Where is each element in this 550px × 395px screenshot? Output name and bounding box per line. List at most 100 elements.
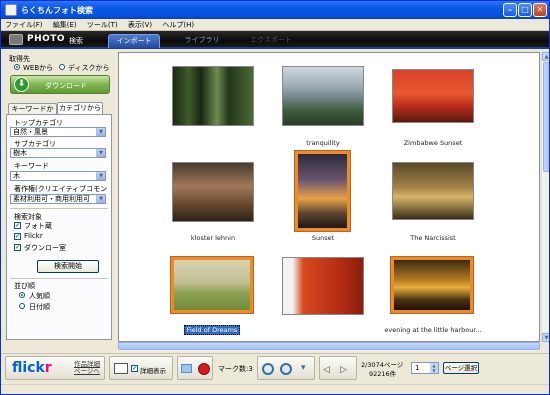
- menu-help[interactable]: ヘルプ(H): [158, 19, 198, 30]
- download-button[interactable]: ⬇ ダウンロード: [10, 75, 110, 94]
- tree-reflection-photo: [392, 162, 474, 220]
- search-panel: 取得先 WEBから ディスクから ⬇ ダウンロード キーワードから カテゴリから…: [6, 52, 112, 342]
- download-label: ダウンロード: [45, 82, 87, 90]
- prev-page-icon[interactable]: ◁: [323, 365, 330, 375]
- marker-icon[interactable]: ▾: [301, 363, 306, 373]
- photo-thumbnail[interactable]: [172, 66, 254, 126]
- photo-thumbnail[interactable]: [172, 162, 254, 222]
- maximize-button[interactable]: □: [518, 3, 532, 17]
- zoom-in-icon[interactable]: [262, 363, 274, 375]
- chevron-down-icon[interactable]: ▼: [96, 172, 105, 180]
- photo-thumbnail[interactable]: [282, 66, 364, 126]
- target-fotozo-label[interactable]: フォト蔵: [24, 221, 52, 231]
- logo-text: PHOTO: [27, 34, 66, 44]
- source-web-label[interactable]: WEBから: [23, 63, 53, 73]
- target-download-checkbox[interactable]: ✔: [14, 244, 21, 251]
- page-number-input[interactable]: 1 ▲ ▼: [411, 362, 439, 374]
- chevron-down-icon[interactable]: ▼: [96, 195, 105, 203]
- spinner-icon[interactable]: ▲ ▼: [430, 363, 438, 373]
- target-flickr-label[interactable]: Flickr: [24, 232, 43, 240]
- photo-caption: tranquility: [306, 139, 340, 147]
- main-window: らくちんフォト検索 – □ ✕ ファイル(F) 編集(E) ツール(T) 表示(…: [0, 0, 550, 395]
- keyword-select[interactable]: 木 ▼: [10, 171, 106, 181]
- page-select-button[interactable]: ページ選択: [443, 362, 479, 374]
- target-download-label[interactable]: ダウンロー室: [24, 243, 66, 253]
- search-start-button[interactable]: 検索開始: [37, 260, 99, 273]
- tab-keyword[interactable]: キーワードから: [8, 103, 57, 123]
- detail-display-checkbox[interactable]: ✔: [131, 365, 138, 372]
- license-value: 素材利用可・商用利用可: [13, 195, 90, 203]
- photo-thumbnail[interactable]: [171, 257, 253, 313]
- order-popular-radio[interactable]: [19, 292, 25, 298]
- photo-thumbnail[interactable]: [392, 69, 474, 123]
- download-arrow-icon: ⬇: [14, 77, 29, 92]
- sub-category-value: 樹木: [13, 149, 27, 157]
- app-header: PHOTO 検索 インポート ライブラリ エクスポート: [1, 31, 549, 49]
- menu-bar: ファイル(F) 編集(E) ツール(T) 表示(V) ヘルプ(H): [1, 19, 549, 31]
- title-bar[interactable]: らくちんフォト検索 – □ ✕: [1, 1, 549, 19]
- photo-thumbnail[interactable]: [392, 162, 474, 220]
- chevron-down-icon[interactable]: ▼: [96, 128, 105, 136]
- top-category-value: 自然・風景: [13, 128, 48, 136]
- flickr-panel: flickr 作品詳細 ページへ: [5, 356, 105, 380]
- divider: [10, 208, 108, 209]
- next-page-icon[interactable]: ▷: [340, 365, 347, 375]
- photo-caption: evening at the little harbour...: [384, 326, 482, 334]
- scroll-thumb[interactable]: [543, 62, 549, 172]
- keyword-value: 木: [13, 172, 20, 180]
- field-photo: [174, 260, 250, 310]
- photo-caption: kloster lehnin: [190, 234, 236, 242]
- photo-thumbnail[interactable]: [391, 257, 473, 313]
- scroll-thumb[interactable]: [118, 342, 540, 350]
- target-fotozo-checkbox[interactable]: ✔: [14, 222, 21, 229]
- sunset-photo: [298, 154, 347, 228]
- bottom-toolbar: flickr 作品詳細 ページへ ✔ 詳細表示 マーク数:3 ▾ ◁ ▷ 2/3…: [1, 353, 549, 383]
- source-disk-radio[interactable]: [59, 64, 65, 70]
- scroll-up-icon[interactable]: ▲: [542, 52, 549, 61]
- horizontal-scrollbar[interactable]: [118, 342, 540, 351]
- tab-import[interactable]: インポート: [108, 34, 160, 48]
- vertical-scrollbar[interactable]: ▲ ▼: [541, 52, 549, 342]
- menu-view[interactable]: 表示(V): [124, 19, 156, 30]
- chevron-down-icon[interactable]: ▼: [96, 149, 105, 157]
- tab-library[interactable]: ライブラリ: [176, 34, 228, 48]
- detail-display-toggle[interactable]: ✔ 詳細表示: [109, 356, 173, 380]
- tab-export: エクスポート: [250, 36, 292, 44]
- order-popular-label[interactable]: 人気順: [29, 291, 50, 301]
- status-bar: [1, 384, 549, 394]
- license-select[interactable]: 素材利用可・商用利用可 ▼: [10, 194, 106, 204]
- target-flickr-checkbox[interactable]: ✔: [14, 233, 21, 240]
- minimize-button[interactable]: –: [503, 3, 517, 17]
- flickr-logo: flickr: [12, 360, 52, 376]
- window-title: らくちんフォト検索: [21, 6, 93, 15]
- order-date-label[interactable]: 日付順: [29, 302, 50, 312]
- menu-tools[interactable]: ツール(T): [83, 19, 122, 30]
- unmark-icon[interactable]: [198, 363, 210, 375]
- item-count: 92216件: [369, 370, 397, 378]
- photo-thumbnail[interactable]: [295, 151, 350, 231]
- camera-icon: [9, 34, 23, 45]
- photo-gallery: tranquility Zimbabwe Sunset kloster lehn…: [118, 52, 540, 342]
- detail-display-label[interactable]: 詳細表示: [140, 365, 166, 375]
- menu-file[interactable]: ファイル(F): [1, 19, 47, 30]
- menu-edit[interactable]: 編集(E): [49, 19, 81, 30]
- sunset-photo: [392, 69, 474, 123]
- photo-caption-selected: Field of Dreams: [152, 325, 272, 335]
- photo-caption: The Narcissist: [410, 234, 456, 242]
- keyword-label: キーワード: [14, 162, 49, 170]
- scroll-down-icon[interactable]: ▼: [542, 333, 549, 342]
- photo-thumbnail[interactable]: [282, 257, 364, 315]
- source-disk-label[interactable]: ディスクから: [68, 63, 110, 73]
- close-button[interactable]: ✕: [533, 3, 547, 17]
- order-date-radio[interactable]: [19, 303, 25, 309]
- detail-page-link[interactable]: 作品詳細 ページへ: [74, 361, 100, 375]
- app-icon: [5, 4, 17, 16]
- mark-icon[interactable]: [181, 364, 192, 373]
- zoom-out-icon[interactable]: [280, 363, 292, 375]
- castle-photo: [172, 162, 254, 222]
- source-web-radio[interactable]: [14, 64, 20, 70]
- sub-category-select[interactable]: 樹木 ▼: [10, 148, 106, 158]
- photo-caption: Zimbabwe Sunset: [403, 139, 463, 147]
- top-category-select[interactable]: 自然・風景 ▼: [10, 127, 106, 137]
- photo-caption: Sunset: [311, 234, 335, 242]
